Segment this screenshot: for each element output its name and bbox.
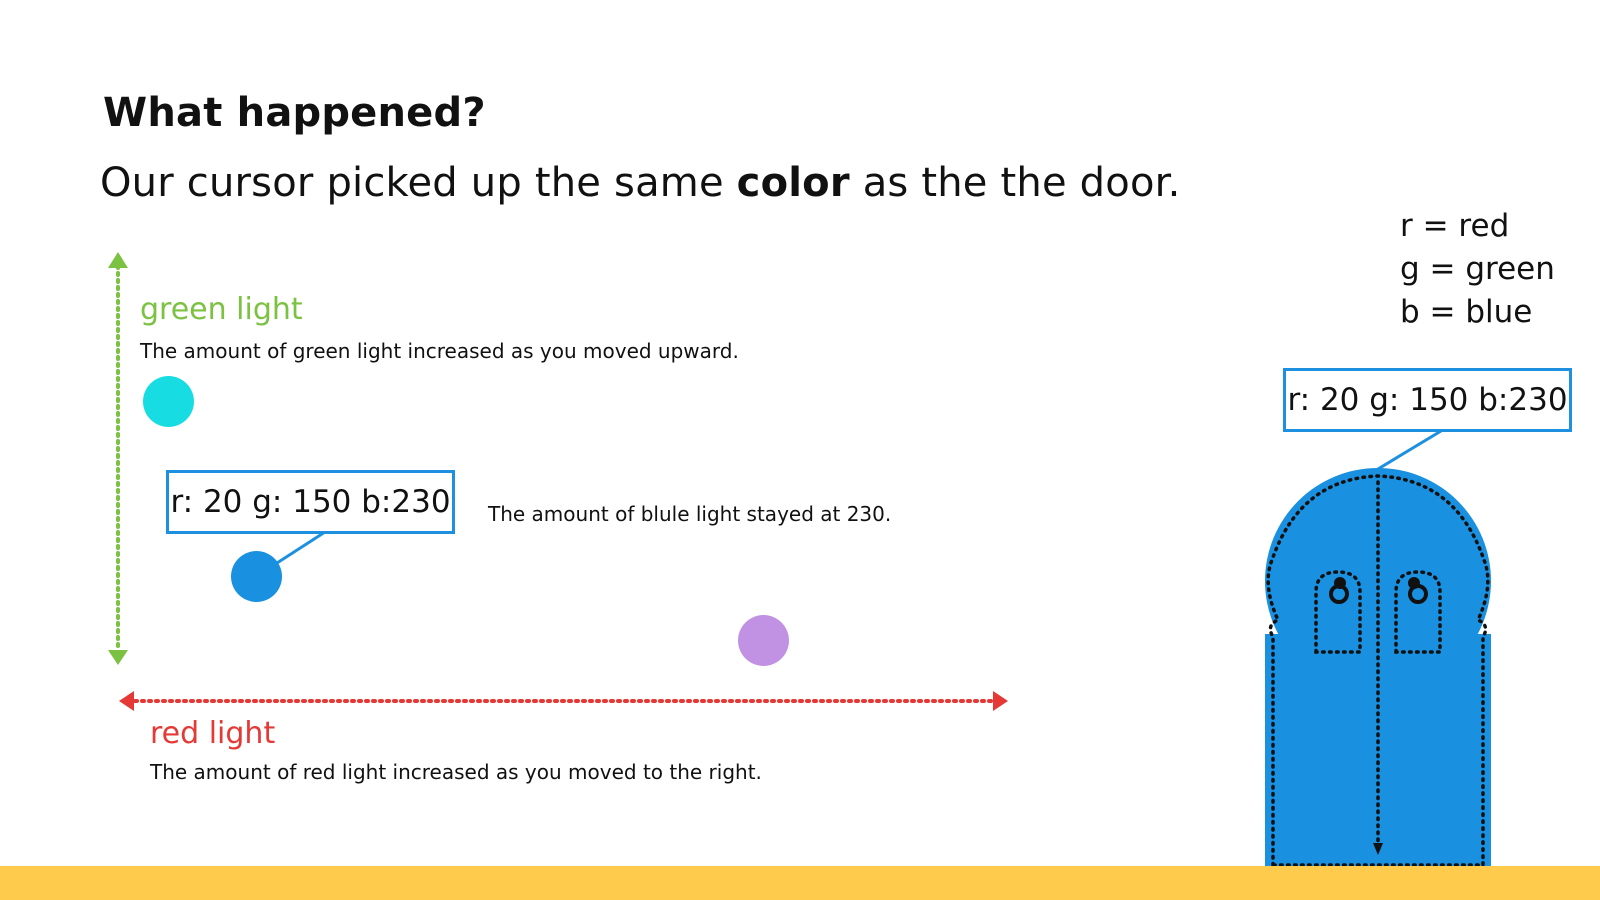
footer-bar: [0, 866, 1600, 900]
cursor-rgb-readout: r: 20 g: 150 b:230: [166, 470, 455, 534]
door-rgb-readout: r: 20 g: 150 b:230: [1283, 368, 1572, 432]
red-axis-arrow-left: [119, 691, 134, 711]
door-icon: [1265, 468, 1491, 868]
cursor-callout-line: [276, 530, 326, 565]
red-axis-title: red light: [150, 716, 276, 751]
cursor-color-dot: [231, 551, 282, 602]
green-axis-title: green light: [140, 292, 303, 327]
purple-sample-dot: [738, 615, 789, 666]
red-axis-arrow-right: [993, 691, 1008, 711]
red-axis-description: The amount of red light increased as you…: [150, 760, 762, 784]
green-axis-description: The amount of green light increased as y…: [140, 339, 739, 363]
green-axis-arrow-up: [108, 252, 128, 268]
door-callout-line: [1377, 429, 1442, 471]
cyan-sample-dot: [143, 376, 194, 427]
green-axis-arrow-down: [108, 650, 128, 665]
blue-light-note: The amount of blule light stayed at 230.: [488, 502, 892, 526]
